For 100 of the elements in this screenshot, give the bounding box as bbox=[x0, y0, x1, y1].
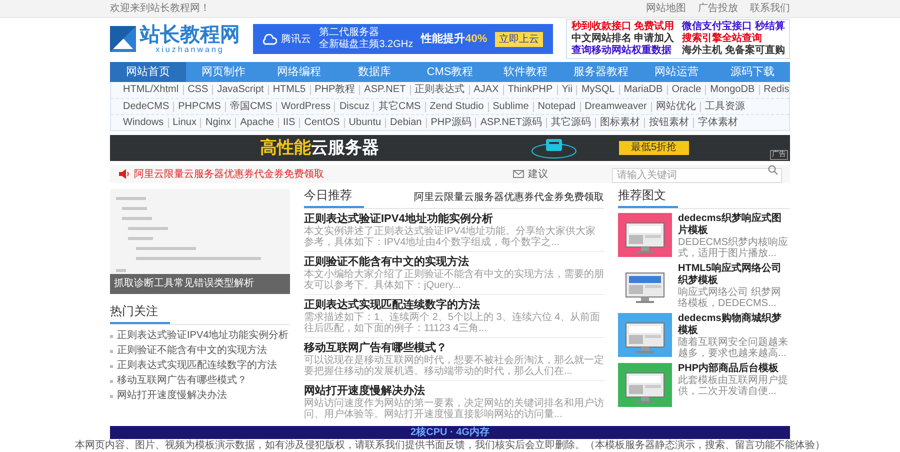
image-caption[interactable]: 抓取诊断工具常见错误类型解析 bbox=[110, 274, 290, 294]
bullet-icon bbox=[110, 335, 113, 338]
category-link[interactable]: 其它CMS bbox=[373, 102, 425, 112]
feedback-link[interactable]: 建议 bbox=[528, 166, 548, 182]
ad-link[interactable]: 微信支付宝接口 秒结算 bbox=[682, 21, 785, 33]
category-link[interactable]: 按钮素材 bbox=[644, 118, 693, 128]
category-link[interactable]: Yii bbox=[556, 85, 576, 95]
category-link[interactable]: 字体素材 bbox=[692, 118, 742, 128]
article-title[interactable]: HTML5响应式网络公司织梦模板 bbox=[678, 263, 790, 287]
category-link[interactable]: Apache bbox=[235, 118, 278, 128]
category-link[interactable]: 图标素材 bbox=[594, 118, 644, 128]
logo-text: 站长教程网 bbox=[140, 24, 240, 46]
article-title[interactable]: dedecms织梦响应式图片模板 bbox=[678, 213, 790, 237]
category-link[interactable]: IIS bbox=[278, 118, 300, 128]
category-link[interactable]: 工具资源 bbox=[700, 102, 749, 112]
article-title[interactable]: dedecms购物商城织梦模板 bbox=[678, 313, 790, 337]
ad-brand: 腾讯云 bbox=[281, 32, 312, 46]
bullet-icon bbox=[110, 350, 113, 353]
article-summary: 此套模板由互联网用户提供，二次开发请自便... bbox=[678, 375, 789, 397]
category-link[interactable]: Notepad bbox=[532, 102, 580, 112]
bullet-icon bbox=[110, 380, 113, 383]
category-link[interactable]: HTML5 bbox=[268, 85, 310, 95]
category-link[interactable]: Windows bbox=[119, 118, 168, 128]
speaker-icon bbox=[118, 169, 130, 179]
ad-link[interactable]: 查询移动网站权重数据 bbox=[571, 45, 674, 57]
category-link[interactable]: PHPCMS bbox=[173, 102, 225, 112]
category-link[interactable]: MongoDB bbox=[705, 85, 759, 95]
section-title: 今日推荐 bbox=[304, 189, 364, 208]
category-link[interactable]: DedeCMS bbox=[119, 102, 174, 112]
category-link[interactable]: Zend Studio bbox=[424, 102, 488, 112]
section-title: 推荐图文 bbox=[618, 189, 678, 208]
top-link[interactable]: 联系我们 bbox=[750, 1, 790, 16]
category-link[interactable]: Dreamweaver bbox=[580, 102, 651, 112]
category-link[interactable]: Discuz bbox=[334, 102, 374, 112]
ad-link[interactable]: 搜索引擎全站查询 bbox=[682, 33, 785, 45]
hot-link[interactable]: 正则验证不能含有中文的实现方法 bbox=[117, 345, 267, 357]
category-link[interactable]: CSS bbox=[182, 85, 212, 95]
mail-icon bbox=[513, 170, 524, 178]
ad-headline: 性能提升40% bbox=[421, 32, 488, 47]
category-link[interactable]: 其它源码 bbox=[546, 118, 595, 128]
article-summary: 随着互联网安全问题越来越多，要求也越来越高... bbox=[678, 337, 789, 359]
category-link[interactable]: 帝国CMS bbox=[224, 102, 276, 112]
banner-headline: 高性能云服务器 bbox=[260, 137, 379, 160]
section-title: 热门关注 bbox=[110, 302, 170, 324]
category-link[interactable]: Linux bbox=[168, 118, 200, 128]
article-title[interactable]: 网站打开速度慢解决办法 bbox=[304, 384, 604, 398]
article-title[interactable]: 正则验证不能含有中文的实现方法 bbox=[304, 255, 604, 269]
category-link[interactable]: PHP源码 bbox=[426, 118, 476, 128]
banner-button[interactable]: 最低5折抢 bbox=[619, 141, 689, 155]
cloud-icon bbox=[261, 34, 278, 44]
category-link[interactable]: 正则表达式 bbox=[410, 85, 469, 95]
category-link[interactable]: Redis bbox=[758, 85, 794, 95]
promo-link[interactable]: 阿里云限量云服务器优惠券代金券免费领取 bbox=[414, 190, 604, 208]
category-link[interactable]: AJAX bbox=[468, 85, 503, 95]
category-link[interactable]: PHP教程 bbox=[310, 85, 360, 95]
hot-link[interactable]: 移动互联网广告有哪些模式？ bbox=[117, 375, 247, 387]
category-link[interactable]: Oracle bbox=[666, 85, 706, 95]
ad-text: 全新磁盘主频3.2GHz bbox=[319, 39, 414, 51]
footer-text: 本网页内容、图片、视频为模板演示数据，如有涉及侵犯版权，请联系我们提供书面反馈，我们核实后会立即删除。（本模板服务器静态演示，搜索、留言功能不能体验） bbox=[74, 439, 826, 452]
category-link[interactable]: WordPress bbox=[276, 102, 334, 112]
hot-link[interactable]: 正则表达式验证IPV4地址功能实例分析 bbox=[117, 330, 289, 342]
article-summary: 网站访问速度作为网站的第一要素，决定网站的关键词排名和用户访问、用户体验等。网站打开速度慢直接影响网站的访问量... bbox=[304, 398, 604, 420]
top-link[interactable]: 广告投放 bbox=[698, 1, 738, 16]
category-link[interactable]: ThinkPHP bbox=[502, 85, 557, 95]
category-link[interactable]: CentOS bbox=[299, 118, 344, 128]
category-link[interactable]: ASP.NET bbox=[359, 85, 410, 95]
category-link[interactable]: 网站优化 bbox=[650, 102, 700, 112]
bullet-icon bbox=[110, 395, 113, 398]
welcome-text: 欢迎来到站长教程网！ bbox=[110, 2, 210, 16]
article-summary: 需求描述如下：1、连续两个 2、5个以上的 3、连续六位 4、从前面往后匹配，如下面的例子：11123 4三角... bbox=[304, 312, 602, 334]
search-field[interactable]: 请输入关键词 bbox=[612, 168, 782, 183]
article-summary: 可以说现在是移动互联网的时代，想要不被社会所淘汰，那么就一定要把握住移动的发展机遇。移动端带动的时代，那么人们在... bbox=[304, 355, 604, 377]
top-link[interactable]: 网站地图 bbox=[646, 1, 686, 16]
category-link[interactable]: JavaScript bbox=[212, 85, 268, 95]
article-title[interactable]: 正则表达式验证IPV4地址功能实例分析 bbox=[304, 212, 604, 226]
article-title[interactable]: PHP内部商品后台模板 bbox=[678, 363, 790, 375]
category-link[interactable]: Ubuntu bbox=[344, 118, 386, 128]
article-title[interactable]: 移动互联网广告有哪些模式？ bbox=[304, 341, 604, 355]
category-link[interactable]: MySQL bbox=[576, 85, 619, 95]
hot-link[interactable]: 网站打开速度慢解决办法 bbox=[117, 390, 227, 402]
article-summary: DEDECMS织梦内核响应式，适用于图片播放... bbox=[678, 237, 790, 259]
category-link[interactable]: Debian bbox=[385, 118, 426, 128]
ad-link[interactable]: 中文网站排名 申请加入 bbox=[571, 33, 674, 45]
ad-link[interactable]: 海外主机 免备案可直购 bbox=[682, 45, 785, 57]
category-link[interactable]: ASP.NET源码 bbox=[475, 118, 546, 128]
category-link[interactable]: Nginx bbox=[200, 118, 236, 128]
category-link[interactable]: HTML/Xhtml bbox=[119, 85, 183, 95]
notice-link[interactable]: 阿里云限量云服务器优惠券代金券免费领取 bbox=[134, 166, 324, 182]
category-link[interactable]: Sublime bbox=[488, 102, 533, 112]
category-link[interactable]: MariaDB bbox=[618, 85, 667, 95]
server-drawing bbox=[529, 136, 579, 160]
article-title[interactable]: 正则表达式实现匹配连续数字的方法 bbox=[304, 298, 604, 312]
hot-link[interactable]: 正则表达式实现匹配连续数字的方法 bbox=[117, 360, 277, 372]
nav-tab[interactable]: 网站首页 bbox=[110, 62, 186, 82]
ad-button[interactable]: 立即上云 bbox=[495, 32, 544, 46]
bullet-icon bbox=[110, 365, 113, 368]
ad-link[interactable]: 秒到收款接口 免费试用 bbox=[571, 21, 674, 33]
ad-banner[interactable]: 2核CPU · 4G内存 bbox=[110, 426, 790, 439]
search-icon bbox=[768, 165, 778, 175]
logo-icon bbox=[110, 26, 136, 52]
